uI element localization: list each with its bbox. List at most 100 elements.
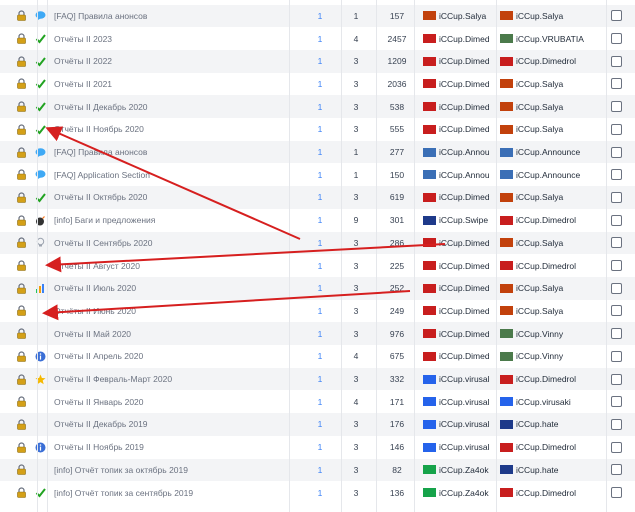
select-checkbox[interactable]	[611, 441, 622, 453]
author-user[interactable]: iCCup.virusaki	[423, 374, 489, 384]
author-user[interactable]: iCCup.Dimedrol	[423, 192, 489, 202]
last-poster-user[interactable]: iCCup.hate	[500, 465, 600, 475]
topic-row[interactable]: Отчёты II Февраль-Март 2020 1 3 332 iCCup.vi…	[0, 367, 635, 391]
select-checkbox[interactable]	[611, 350, 622, 362]
topic-count-link[interactable]: 1	[314, 419, 326, 429]
select-checkbox[interactable]	[611, 282, 622, 294]
topic-title-link[interactable]: Отчёты II Ноябрь 2019	[54, 442, 144, 452]
last-poster-user[interactable]: iCCup.Salya	[500, 102, 600, 112]
topic-row[interactable]: Отчёты II Январь 2020 1 4 171 iCCup.virusaki…	[0, 390, 635, 414]
author-user[interactable]: iCCup.Announce	[423, 170, 489, 180]
author-user[interactable]: iCCup.virusaki	[423, 442, 489, 452]
select-checkbox[interactable]	[611, 146, 622, 158]
topic-count-link[interactable]: 1	[314, 397, 326, 407]
topic-title-link[interactable]: [info] Баги и предложения	[54, 215, 155, 225]
topic-title-link[interactable]: Отчёты II Май 2020	[54, 329, 131, 339]
select-checkbox[interactable]	[611, 487, 622, 499]
topic-row[interactable]: Отчёты II Август 2020 1 3 225 iCCup.Dimedrol…	[0, 254, 635, 277]
select-checkbox[interactable]	[611, 464, 622, 476]
topic-row[interactable]: Отчёты II Декабрь 2020 1 3 538 iCCup.Dimedro…	[0, 95, 635, 118]
last-poster-user[interactable]: iCCup.Salya	[500, 283, 600, 293]
author-user[interactable]: iCCup.Za4ok	[423, 488, 489, 498]
select-checkbox[interactable]	[611, 101, 622, 113]
author-user[interactable]: iCCup.Announce	[423, 147, 489, 157]
topic-row[interactable]: [info] Баги и предложения 1 9 301 iCCup.Swip…	[0, 208, 635, 232]
topic-count-link[interactable]: 1	[314, 465, 326, 475]
last-poster-user[interactable]: iCCup.Salya	[500, 124, 600, 134]
topic-row[interactable]: [FAQ] Правила анонсов 1 1 157 iCCup.Salya iCC…	[0, 4, 635, 28]
author-user[interactable]: iCCup.Dimedrol	[423, 102, 489, 112]
topic-count-link[interactable]: 1	[314, 442, 326, 452]
author-user[interactable]: iCCup.virusaki	[423, 419, 489, 429]
last-poster-user[interactable]: iCCup.Salya	[500, 79, 600, 89]
topic-title-link[interactable]: [FAQ] Правила анонсов	[54, 147, 147, 157]
author-user[interactable]: iCCup.Dimedrol	[423, 261, 489, 271]
last-poster-user[interactable]: iCCup.Salya	[500, 192, 600, 202]
topic-row[interactable]: Отчёты II 2021 1 3 2036 iCCup.Dimedrol iCCup.…	[0, 72, 635, 96]
last-poster-user[interactable]: iCCup.VRUBATIA	[500, 34, 600, 44]
topic-title-link[interactable]: Отчёты II Апрель 2020	[54, 351, 143, 361]
last-poster-user[interactable]: iCCup.Salya	[500, 11, 600, 21]
topic-row[interactable]: Отчёты II Апрель 2020 1 4 675 iCCup.Dimedrol…	[0, 345, 635, 368]
author-user[interactable]: iCCup.virusaki	[423, 397, 489, 407]
topic-title-link[interactable]: Отчёты II Январь 2020	[54, 397, 144, 407]
last-poster-user[interactable]: iCCup.Dimedrol	[500, 374, 600, 384]
author-user[interactable]: iCCup.Dimedrol	[423, 351, 489, 361]
topic-count-link[interactable]: 1	[314, 374, 326, 384]
author-user[interactable]: iCCup.Dimedrol	[423, 79, 489, 89]
topic-title-link[interactable]: Отчёты II 2021	[54, 79, 112, 89]
topic-row[interactable]: Отчёты II Декабрь 2019 1 3 176 iCCup.virusak…	[0, 413, 635, 436]
author-user[interactable]: iCCup.Dimedrol	[423, 329, 489, 339]
topic-count-link[interactable]: 1	[314, 488, 326, 498]
author-user[interactable]: iCCup.Za4ok	[423, 465, 489, 475]
topic-count-link[interactable]: 1	[314, 170, 326, 180]
author-user[interactable]: iCCup.Salya	[423, 11, 489, 21]
select-checkbox[interactable]	[611, 78, 622, 90]
topic-count-link[interactable]: 1	[314, 261, 326, 271]
topic-title-link[interactable]: Отчёты II Декабрь 2019	[54, 419, 148, 429]
topic-title-link[interactable]: [FAQ] Правила анонсов	[54, 11, 147, 21]
topic-title-link[interactable]: [info] Отчёт топик за октябрь 2019	[54, 465, 188, 475]
topic-count-link[interactable]: 1	[314, 283, 326, 293]
topic-count-link[interactable]: 1	[314, 238, 326, 248]
select-checkbox[interactable]	[611, 305, 622, 317]
topic-count-link[interactable]: 1	[314, 34, 326, 44]
topic-row[interactable]: [info] Отчёт топик за сентябрь 2019 1 3 136…	[0, 481, 635, 504]
topic-title-link[interactable]: Отчёты II 2023	[54, 34, 112, 44]
last-poster-user[interactable]: iCCup.hate	[500, 419, 600, 429]
last-poster-user[interactable]: iCCup.Dimedrol	[500, 215, 600, 225]
author-user[interactable]: iCCup.Dimedrol	[423, 124, 489, 134]
last-poster-user[interactable]: iCCup.Announce	[500, 147, 600, 157]
select-checkbox[interactable]	[611, 191, 622, 203]
last-poster-user[interactable]: iCCup.Dimedrol	[500, 442, 600, 452]
last-poster-user[interactable]: iCCup.Announce	[500, 170, 600, 180]
topic-title-link[interactable]: Отчёты II 2022	[54, 56, 112, 66]
topic-count-link[interactable]: 1	[314, 56, 326, 66]
last-poster-user[interactable]: iCCup.virusaki	[500, 397, 600, 407]
topic-count-link[interactable]: 1	[314, 192, 326, 202]
topic-title-link[interactable]: Отчёты II Июль 2020	[54, 283, 136, 293]
last-poster-user[interactable]: iCCup.Vinny	[500, 329, 600, 339]
topic-row[interactable]: Отчёты II Июль 2020 1 3 252 iCCup.Dimedrol iC…	[0, 276, 635, 300]
author-user[interactable]: iCCup.Dimedrol	[423, 283, 489, 293]
select-checkbox[interactable]	[611, 55, 622, 67]
topic-row[interactable]: Отчёты II Июнь 2020 1 3 249 iCCup.Dimedrol iC…	[0, 299, 635, 323]
select-checkbox[interactable]	[611, 33, 622, 45]
author-user[interactable]: iCCup.Dimedrol	[423, 56, 489, 66]
author-user[interactable]: iCCup.Dimedrol	[423, 306, 489, 316]
last-poster-user[interactable]: iCCup.Dimedrol	[500, 488, 600, 498]
topic-row[interactable]: Отчёты II Май 2020 1 3 976 iCCup.Dimedrol iCC…	[0, 322, 635, 345]
select-checkbox[interactable]	[611, 418, 622, 430]
topic-row[interactable]: Отчёты II Сентябрь 2020 1 3 286 iCCup.Dimedr…	[0, 231, 635, 255]
last-poster-user[interactable]: iCCup.Salya	[500, 238, 600, 248]
select-checkbox[interactable]	[611, 123, 622, 135]
select-checkbox[interactable]	[611, 260, 622, 272]
topic-count-link[interactable]: 1	[314, 79, 326, 89]
topic-row[interactable]: [FAQ] Правила анонсов 1 1 277 iCCup.Announce…	[0, 140, 635, 164]
last-poster-user[interactable]: iCCup.Dimedrol	[500, 261, 600, 271]
select-checkbox[interactable]	[611, 169, 622, 181]
last-poster-user[interactable]: iCCup.Vinny	[500, 351, 600, 361]
author-user[interactable]: iCCup.Swipe	[423, 215, 489, 225]
topic-row[interactable]: Отчёты II Ноябрь 2019 1 3 146 iCCup.virusaki…	[0, 435, 635, 459]
topic-count-link[interactable]: 1	[314, 306, 326, 316]
